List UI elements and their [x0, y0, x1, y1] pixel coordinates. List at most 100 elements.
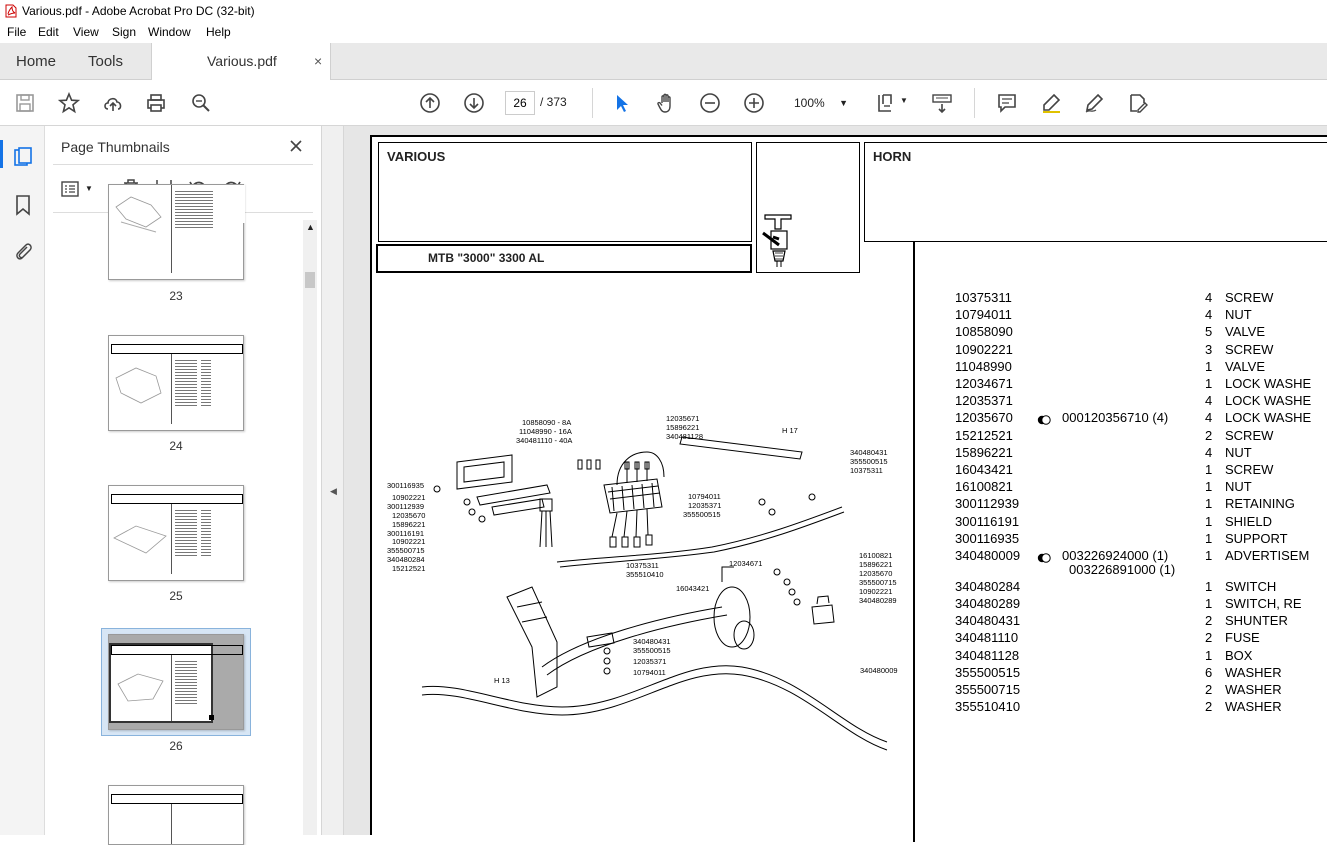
highlight-button[interactable] — [1038, 90, 1064, 116]
diagram-label: 340480289 — [859, 596, 897, 605]
draw-button[interactable] — [1081, 90, 1107, 116]
comment-button[interactable] — [994, 90, 1020, 116]
bookmark-star-button[interactable] — [56, 90, 82, 116]
part-description: SUPPORT — [1225, 530, 1288, 546]
page-display-button[interactable] — [874, 90, 900, 116]
diagram-label: 340480009 — [860, 666, 898, 675]
zoom-select[interactable]: 100% ▼ — [785, 91, 855, 115]
part-number: 355500515 — [955, 664, 1021, 680]
menu-window[interactable]: Window — [148, 25, 191, 39]
scroll-mode-button[interactable] — [929, 90, 955, 116]
table-row: 15212521 2 SCREW — [955, 428, 1327, 445]
collapse-left-icon[interactable]: ◀ — [330, 486, 337, 497]
part-quantity: 1 — [1205, 462, 1213, 477]
diagram-label: 10375311 — [850, 466, 883, 475]
part-quantity: 2 — [1205, 427, 1213, 443]
diagram-label: 12034671 — [729, 559, 762, 568]
table-row: 340480431 2 SHUNTER — [955, 613, 1327, 630]
window-title: Various.pdf - Adobe Acrobat Pro DC (32-b… — [22, 4, 255, 18]
part-quantity: 3 — [1205, 341, 1213, 357]
tab-home[interactable]: Home — [16, 43, 56, 80]
printer-icon — [147, 94, 165, 112]
header-right-title: HORN — [873, 149, 912, 164]
part-quantity: 4 — [1205, 444, 1213, 460]
previous-page-button[interactable] — [417, 90, 443, 116]
part-number: 300112939 — [955, 496, 1020, 512]
star-icon — [58, 92, 80, 114]
close-icon[interactable] — [289, 139, 303, 153]
header-right-box: HORN — [864, 142, 1327, 242]
thumbnail-page-27[interactable] — [108, 785, 244, 845]
thumbnail-page-23[interactable] — [108, 184, 245, 280]
menu-edit[interactable]: Edit — [38, 25, 59, 39]
attachment-icon[interactable] — [12, 240, 34, 262]
hand-tool-button[interactable] — [653, 90, 679, 116]
table-row: 12035371 4 LOCK WASHE — [955, 393, 1327, 410]
zoom-out-button[interactable] — [697, 90, 723, 116]
scrollbar-thumb[interactable] — [305, 272, 315, 288]
diagram-label: 12035671 — [666, 414, 699, 423]
model-box: MTB "3000" 3300 AL — [376, 244, 752, 273]
table-row: 10902221 3 SCREW — [955, 342, 1327, 359]
part-number: 16043421 — [955, 462, 1013, 477]
thumbnail-scrollbar[interactable]: ▲ — [303, 220, 317, 835]
page-display-chevron-icon[interactable]: ▼ — [900, 96, 908, 105]
part-description: SWITCH, RE — [1225, 595, 1302, 611]
zoom-search-button[interactable] — [188, 90, 214, 116]
next-page-button[interactable] — [461, 90, 487, 116]
thumbnail-page-24[interactable] — [108, 335, 244, 431]
diagram-label: 300116935 — [387, 481, 424, 490]
panel-title: Page Thumbnails — [61, 139, 170, 155]
reference-marker-icon — [1037, 413, 1051, 428]
table-row: 300116935 1 SUPPORT — [955, 531, 1327, 548]
save-button[interactable] — [12, 90, 38, 116]
cloud-upload-icon — [104, 97, 122, 111]
part-number: 10375311 — [955, 290, 1012, 305]
scroll-up-icon[interactable]: ▲ — [306, 222, 315, 232]
diagram-label: 10794011 — [688, 492, 721, 501]
print-button[interactable] — [143, 90, 169, 116]
select-tool-button[interactable] — [609, 90, 635, 116]
part-quantity: 2 — [1205, 613, 1213, 629]
fill-sign-button[interactable] — [1125, 90, 1151, 116]
table-row: 16100821 1 NUT — [955, 479, 1327, 496]
page-number-input[interactable] — [505, 91, 535, 115]
title-bar: Various.pdf - Adobe Acrobat Pro DC (32-b… — [0, 0, 1327, 22]
part-description: SWITCH — [1225, 578, 1277, 594]
diagram-label: 340480284 — [387, 555, 425, 564]
edit-document-icon — [1130, 94, 1148, 113]
zoom-in-button[interactable] — [741, 90, 767, 116]
diagram-label: 355500715 — [387, 546, 425, 555]
part-description: SHIELD — [1225, 513, 1272, 529]
part-description: SCREW — [1225, 462, 1274, 477]
part-number: 10794011 — [955, 307, 1012, 323]
page-thumbnails-icon[interactable] — [12, 146, 34, 168]
thumbnail-page-26[interactable] — [108, 634, 244, 730]
toolbar: / 373 100% ▼ ▼ — [0, 80, 1327, 126]
menu-help[interactable]: Help — [206, 25, 231, 39]
menu-file[interactable]: File — [7, 25, 26, 39]
part-quantity: 1 — [1205, 548, 1213, 563]
part-description: VALVE — [1225, 358, 1265, 374]
options-chevron-icon[interactable]: ▼ — [85, 184, 93, 193]
diagram-label: 10794011 — [633, 668, 666, 677]
diagram-label: 12035371 — [688, 501, 721, 510]
page-fit-icon — [878, 94, 892, 112]
diagram-label: 340481110 - 40A — [516, 436, 572, 445]
upload-button[interactable] — [100, 90, 126, 116]
tab-close-icon[interactable]: × — [314, 43, 322, 80]
menu-sign[interactable]: Sign — [112, 25, 136, 39]
thumbnail-options-icon[interactable] — [61, 180, 83, 198]
thumbnail-page-25[interactable] — [108, 485, 244, 581]
tab-document[interactable]: Various.pdf × — [151, 43, 331, 81]
part-description: WASHER — [1225, 681, 1282, 697]
diagram-label: 10902221 — [392, 493, 425, 502]
part-description: SCREW — [1225, 427, 1274, 443]
panel-collapse-bar[interactable]: ◀ — [322, 126, 344, 835]
bookmark-icon[interactable] — [12, 194, 34, 216]
menu-view[interactable]: View — [73, 25, 99, 39]
part-number: 10902221 — [955, 341, 1013, 357]
tab-document-label: Various.pdf — [207, 53, 277, 69]
tab-tools[interactable]: Tools — [88, 43, 123, 80]
part-description: LOCK WASHE — [1225, 393, 1312, 409]
